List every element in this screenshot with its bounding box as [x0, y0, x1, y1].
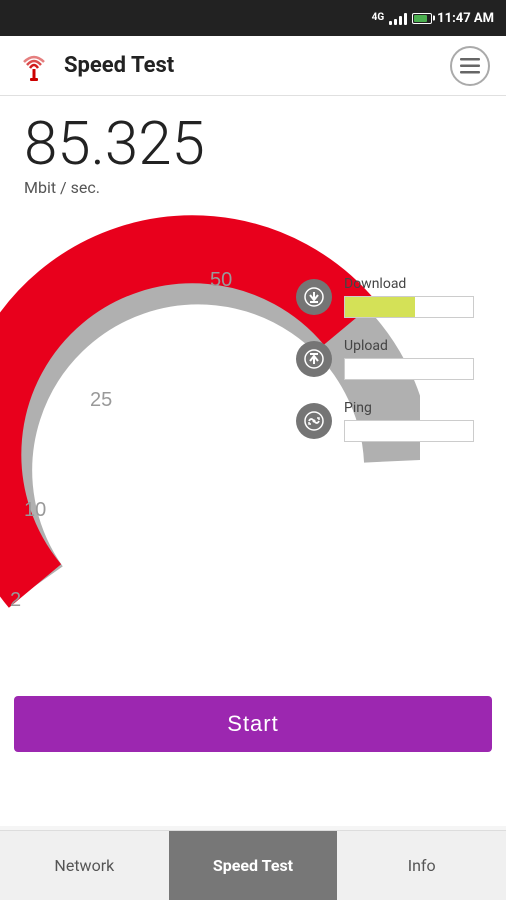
history-button[interactable] [450, 46, 490, 86]
download-bar [344, 296, 474, 318]
upload-icon [304, 349, 324, 369]
speed-value: 85.325 [24, 114, 205, 174]
download-metric: Download [296, 276, 486, 318]
bottom-nav: Network Speed Test Info [0, 830, 506, 900]
svg-text:25: 25 [90, 389, 112, 411]
upload-bar [344, 358, 474, 380]
ping-metric: Ping [296, 400, 486, 442]
download-info: Download [344, 276, 486, 318]
app-header: Speed Test [0, 36, 506, 96]
upload-label: Upload [344, 338, 486, 354]
download-icon-circle [296, 279, 332, 315]
app-logo-icon [16, 48, 52, 84]
upload-info: Upload [344, 338, 486, 380]
clock: 11:47 AM [437, 11, 494, 26]
tab-info[interactable]: Info [337, 831, 506, 900]
ping-label: Ping [344, 400, 486, 416]
ping-icon [304, 411, 324, 431]
ping-icon-circle [296, 403, 332, 439]
app-title: Speed Test [64, 53, 174, 78]
svg-text:2: 2 [10, 589, 21, 611]
metrics-panel: Download Upload [296, 276, 486, 462]
ping-bar [344, 420, 474, 442]
download-bar-fill [345, 297, 415, 317]
svg-text:10: 10 [24, 499, 46, 521]
battery-icon [412, 13, 432, 24]
download-icon [304, 287, 324, 307]
tab-network[interactable]: Network [0, 831, 169, 900]
upload-icon-circle [296, 341, 332, 377]
download-label: Download [344, 276, 486, 292]
ping-info: Ping [344, 400, 486, 442]
upload-metric: Upload [296, 338, 486, 380]
network-type: 4G [372, 13, 385, 23]
history-icon [460, 57, 480, 75]
main-content: 85.325 Mbit / sec. 2 10 25 50 150 [0, 96, 506, 826]
start-button[interactable]: Start [14, 696, 492, 752]
signal-strength-icon [389, 11, 407, 25]
speed-display: 85.325 Mbit / sec. [24, 114, 205, 197]
status-bar: 4G 11:47 AM [0, 0, 506, 36]
svg-text:50: 50 [210, 269, 232, 291]
speed-unit: Mbit / sec. [24, 178, 205, 197]
tab-speed-test[interactable]: Speed Test [169, 831, 338, 900]
